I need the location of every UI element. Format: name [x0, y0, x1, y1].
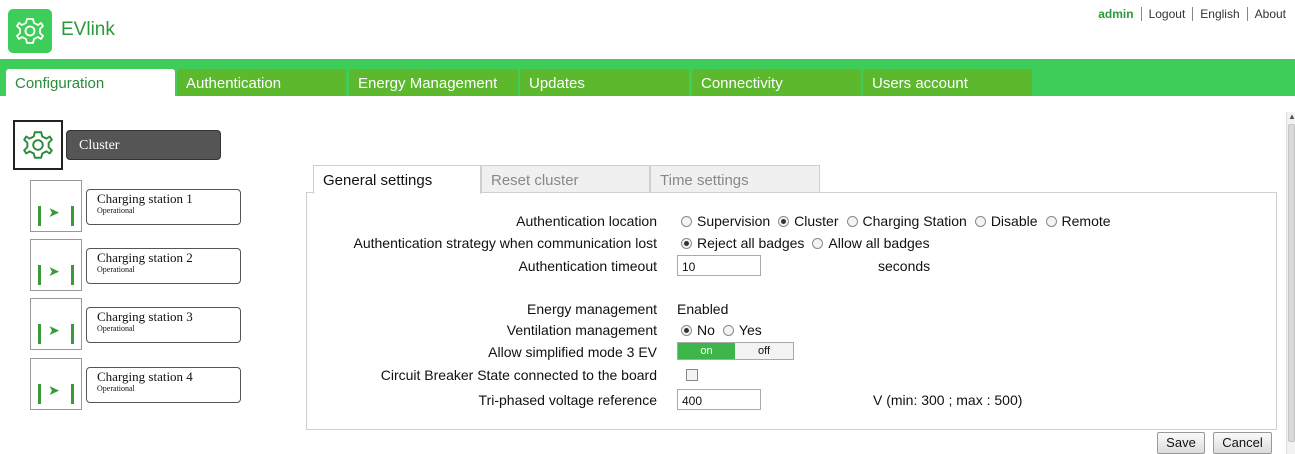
plug-icon: ➤ — [48, 382, 60, 398]
auth-location-options: Supervision Cluster Charging Station Dis… — [681, 213, 1119, 229]
charging-station-icon: ➤ — [30, 239, 82, 291]
station-label-box: Charging station 1 Operational — [86, 189, 241, 225]
toggle-off[interactable]: off — [735, 343, 793, 359]
tab-general-settings[interactable]: General settings — [313, 165, 481, 194]
radio-button[interactable] — [681, 215, 692, 227]
station-label-box: Charging station 4 Operational — [86, 367, 241, 403]
charging-station-icon: ➤ — [30, 298, 82, 350]
tab-time-settings[interactable]: Time settings — [650, 165, 820, 193]
radio-button[interactable] — [812, 237, 824, 249]
gear-icon — [23, 131, 53, 159]
auth-location-label: Authentication location — [516, 213, 657, 229]
radio-button[interactable] — [681, 324, 692, 336]
radio-reject-all-badges[interactable]: Reject all badges — [681, 235, 804, 251]
auth-strategy-label: Authentication strategy when communicati… — [353, 235, 658, 251]
circuit-breaker-checkbox[interactable] — [686, 369, 698, 381]
station-item-3[interactable]: ➤ Charging station 3 Operational — [30, 298, 242, 350]
user-link[interactable]: admin — [1091, 7, 1140, 21]
station-item-1[interactable]: ➤ Charging station 1 Operational — [30, 180, 242, 232]
evlink-logo — [8, 9, 52, 53]
station-status: Operational — [97, 265, 135, 274]
charging-station-icon: ➤ — [30, 358, 82, 410]
voltage-ref-label: Tri-phased voltage reference — [478, 392, 657, 408]
circuit-breaker-label: Circuit Breaker State connected to the b… — [380, 367, 657, 383]
logout-link[interactable]: Logout — [1142, 7, 1193, 21]
station-name: Charging station 2 — [97, 250, 193, 265]
radio-button[interactable] — [778, 215, 790, 227]
radio-cluster[interactable]: Cluster — [778, 213, 839, 229]
ventilation-options: No Yes — [681, 322, 770, 338]
simplified-mode-label: Allow simplified mode 3 EV — [488, 344, 657, 360]
scroll-up-icon[interactable]: ▲ — [1288, 112, 1295, 121]
radio-allow-all-badges[interactable]: Allow all badges — [812, 235, 930, 251]
auth-timeout-input[interactable] — [677, 255, 761, 276]
voltage-ref-unit: V (min: 300 ; max : 500) — [873, 392, 1023, 408]
gear-icon — [16, 18, 44, 44]
station-name: Charging station 1 — [97, 191, 193, 206]
tab-energy-management[interactable]: Energy Management — [349, 69, 518, 96]
main-tab-bar: Configuration Authentication Energy Mana… — [0, 59, 1295, 96]
station-item-2[interactable]: ➤ Charging station 2 Operational — [30, 239, 242, 291]
auth-timeout-label: Authentication timeout — [518, 258, 657, 274]
energy-mgmt-label: Energy management — [527, 301, 657, 317]
radio-button[interactable] — [681, 237, 692, 249]
auth-timeout-unit: seconds — [878, 258, 931, 274]
scrollbar-thumb[interactable] — [1288, 124, 1295, 442]
vertical-scrollbar[interactable]: ▲ — [1286, 112, 1295, 454]
station-label-box: Charging station 2 Operational — [86, 248, 241, 284]
save-button[interactable]: Save — [1157, 432, 1205, 454]
radio-button[interactable] — [974, 215, 986, 227]
radio-supervision[interactable]: Supervision — [681, 213, 770, 229]
tab-updates[interactable]: Updates — [520, 69, 689, 96]
cluster-icon[interactable] — [13, 120, 63, 170]
toggle-on[interactable]: on — [678, 343, 736, 359]
station-status: Operational — [97, 324, 135, 333]
auth-strategy-options: Reject all badges Allow all badges — [681, 235, 938, 251]
cluster-button[interactable]: Cluster — [66, 130, 221, 160]
ventilation-label: Ventilation management — [506, 322, 657, 338]
tab-users-account[interactable]: Users account — [863, 69, 1032, 96]
station-item-4[interactable]: ➤ Charging station 4 Operational — [30, 358, 242, 410]
plug-icon: ➤ — [48, 322, 60, 338]
radio-remote[interactable]: Remote — [1045, 213, 1111, 229]
about-link[interactable]: About — [1248, 7, 1293, 21]
radio-ventilation-yes[interactable]: Yes — [722, 322, 762, 338]
radio-button[interactable] — [722, 324, 734, 336]
app-title: EVlink — [61, 19, 115, 40]
station-name: Charging station 4 — [97, 369, 193, 384]
tab-authentication[interactable]: Authentication — [177, 69, 346, 96]
station-label-box: Charging station 3 Operational — [86, 307, 241, 343]
simplified-mode-toggle[interactable]: on off — [677, 342, 794, 360]
tab-reset-cluster[interactable]: Reset cluster — [481, 165, 650, 193]
cancel-button[interactable]: Cancel — [1213, 432, 1272, 454]
radio-ventilation-no[interactable]: No — [681, 322, 715, 338]
station-status: Operational — [97, 206, 135, 215]
tab-connectivity[interactable]: Connectivity — [692, 69, 861, 96]
voltage-ref-input[interactable] — [677, 389, 761, 410]
radio-charging-station[interactable]: Charging Station — [846, 213, 967, 229]
tab-configuration[interactable]: Configuration — [6, 69, 175, 96]
plug-icon: ➤ — [48, 204, 60, 220]
top-links: admin Logout English About — [1091, 7, 1293, 21]
radio-disable[interactable]: Disable — [974, 213, 1038, 229]
language-link[interactable]: English — [1193, 7, 1246, 21]
radio-button[interactable] — [846, 215, 858, 227]
station-name: Charging station 3 — [97, 309, 193, 324]
plug-icon: ➤ — [48, 263, 60, 279]
energy-mgmt-value: Enabled — [677, 301, 729, 317]
charging-station-icon: ➤ — [30, 180, 82, 232]
radio-button[interactable] — [1045, 215, 1057, 227]
station-status: Operational — [97, 384, 135, 393]
